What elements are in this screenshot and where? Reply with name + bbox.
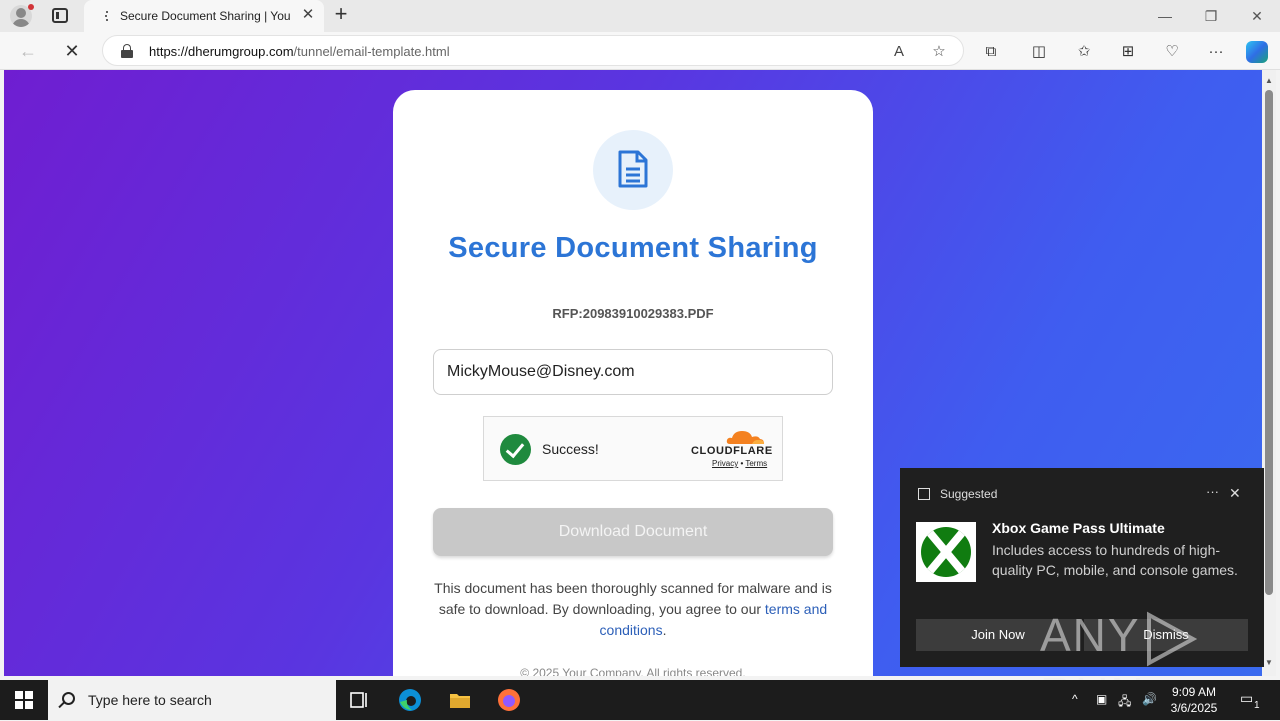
window-close-icon[interactable]: ✕ — [1247, 6, 1267, 26]
lock-icon[interactable] — [121, 44, 133, 58]
scrollbar-thumb[interactable] — [1265, 90, 1273, 595]
back-arrow-icon[interactable]: ← — [17, 40, 39, 62]
task-view-icon[interactable] — [348, 688, 372, 712]
search-icon — [62, 692, 75, 705]
favorites-icon[interactable]: ✩ — [1073, 41, 1095, 63]
browser-toolbar: ← ✕ https://dherumgroup.com/tunnel/email… — [0, 32, 1280, 70]
document-icon-circle — [593, 130, 673, 210]
browser-tab-bar: Secure Document Sharing | Your ✕ + — ❐ ✕ — [0, 0, 1280, 32]
watermark-left: ANY — [1040, 609, 1141, 661]
windows-start-icon[interactable] — [15, 691, 33, 709]
tray-device-icon[interactable]: ▣ — [1096, 692, 1107, 706]
safety-notice: This document has been thoroughly scanne… — [433, 578, 833, 641]
network-icon[interactable]: 🖧 — [1118, 692, 1131, 713]
clock-time: 9:09 AM — [1171, 685, 1217, 699]
new-tab-icon[interactable]: + — [330, 3, 352, 26]
taskbar-clock[interactable]: 9:09 AM 3/6/2025 — [1164, 684, 1224, 716]
suggested-icon — [918, 488, 930, 500]
browser-essentials-icon[interactable]: ♡ — [1161, 41, 1183, 63]
notification-count: 1 — [1254, 700, 1260, 711]
taskbar-search-box[interactable]: Type here to search — [48, 680, 336, 720]
captcha-privacy-link[interactable]: Privacy — [712, 459, 738, 468]
copilot-icon[interactable] — [1246, 41, 1268, 63]
notice-end: . — [662, 622, 667, 638]
address-bar[interactable]: https://dherumgroup.com/tunnel/email-tem… — [102, 35, 964, 66]
captcha-link-separator: • — [740, 459, 744, 468]
stop-loading-icon[interactable]: ✕ — [61, 40, 83, 62]
favorite-star-icon[interactable]: ☆ — [929, 42, 949, 62]
success-check-icon — [500, 434, 531, 465]
page-scrollbar[interactable]: ▲ ▼ — [1262, 70, 1276, 676]
extensions-icon[interactable]: ⧉ — [980, 41, 1002, 63]
cloudflare-cloud-icon — [726, 431, 764, 444]
tray-chevron-icon[interactable]: ^ — [1072, 692, 1078, 706]
tab-close-icon[interactable]: ✕ — [300, 7, 316, 23]
profile-notification-dot — [28, 4, 34, 10]
captcha-links: Privacy • Terms — [712, 459, 767, 468]
xbox-logo-icon — [916, 522, 976, 582]
email-input[interactable] — [433, 349, 833, 395]
cloudflare-brand: CLOUDFLARE — [691, 445, 773, 457]
page-title: Secure Document Sharing — [448, 232, 818, 264]
toast-close-icon[interactable]: ✕ — [1229, 485, 1241, 502]
captcha-terms-link[interactable]: Terms — [745, 459, 767, 468]
collections-icon[interactable]: ⊞ — [1117, 41, 1139, 63]
split-screen-icon[interactable]: ◫ — [1028, 41, 1050, 63]
tab-title: Secure Document Sharing | Your — [120, 9, 290, 23]
restore-icon[interactable]: ❐ — [1201, 6, 1221, 26]
edge-icon[interactable] — [398, 688, 422, 712]
download-document-button[interactable]: Download Document — [433, 508, 833, 556]
clock-date: 3/6/2025 — [1170, 701, 1218, 715]
document-icon — [618, 150, 648, 188]
play-triangle-icon — [1146, 611, 1197, 667]
volume-icon[interactable]: 🔊 — [1142, 692, 1157, 706]
toast-more-icon[interactable]: ··· — [1206, 484, 1219, 499]
url-text: https://dherumgroup.com/tunnel/email-tem… — [149, 44, 450, 59]
toast-title: Xbox Game Pass Ultimate — [992, 520, 1165, 536]
firefox-icon[interactable] — [497, 688, 521, 712]
copyright-footer: © 2025 Your Company. All rights reserved… — [520, 666, 746, 676]
toast-description: Includes access to hundreds of high-qual… — [992, 542, 1238, 578]
document-card: Secure Document Sharing RFP:209839100293… — [393, 90, 873, 676]
captcha-status: Success! — [542, 441, 599, 457]
loading-spinner-icon — [102, 11, 112, 21]
tab-actions-icon[interactable] — [52, 8, 68, 23]
scroll-up-icon[interactable]: ▲ — [1265, 76, 1273, 85]
read-aloud-icon[interactable]: A — [889, 42, 909, 62]
toast-header: Suggested — [940, 487, 998, 501]
settings-more-icon[interactable]: ··· — [1205, 41, 1227, 63]
windows-taskbar: Type here to search ^ ▣ 🖧 🔊 9:09 AM 3/6/… — [0, 680, 1280, 720]
browser-tab-active[interactable]: Secure Document Sharing | Your ✕ — [84, 0, 324, 32]
search-placeholder: Type here to search — [88, 692, 212, 708]
cloudflare-captcha-widget[interactable]: Success! CLOUDFLARE Privacy • Terms — [483, 416, 783, 481]
file-name: RFP:20983910029383.PDF — [552, 306, 714, 321]
file-explorer-icon[interactable] — [448, 688, 472, 712]
notification-center-icon[interactable]: ▭ — [1240, 690, 1253, 707]
minimize-icon[interactable]: — — [1155, 6, 1175, 26]
